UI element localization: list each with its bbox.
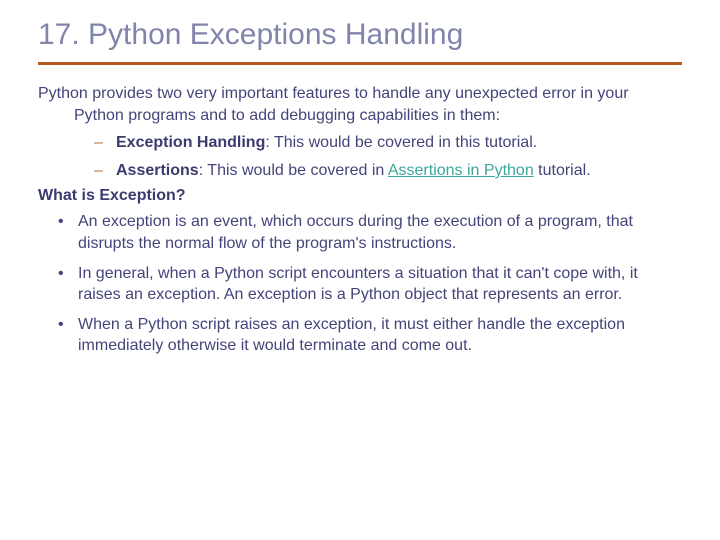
slide-title: 17. Python Exceptions Handling [38, 18, 682, 52]
feature-name: Exception Handling [116, 134, 265, 151]
feature-desc-pre: : This would be covered in [199, 162, 388, 179]
assertions-link[interactable]: Assertions in Python [388, 162, 534, 179]
list-item: Assertions: This would be covered in Ass… [116, 160, 682, 182]
feature-sublist: Exception Handling: This would be covere… [38, 132, 682, 181]
list-item: An exception is an event, which occurs d… [78, 211, 682, 254]
title-divider [38, 62, 682, 65]
intro-paragraph: Python provides two very important featu… [38, 83, 682, 126]
section-subheading: What is Exception? [38, 187, 682, 205]
list-item: Exception Handling: This would be covere… [116, 132, 682, 154]
list-item: When a Python script raises an exception… [78, 314, 682, 357]
feature-desc-post: tutorial. [534, 162, 591, 179]
definition-list: An exception is an event, which occurs d… [38, 211, 682, 357]
slide-container: 17. Python Exceptions Handling Python pr… [0, 0, 720, 385]
feature-desc: : This would be covered in this tutorial… [265, 134, 537, 151]
feature-name: Assertions [116, 162, 199, 179]
list-item: In general, when a Python script encount… [78, 263, 682, 306]
